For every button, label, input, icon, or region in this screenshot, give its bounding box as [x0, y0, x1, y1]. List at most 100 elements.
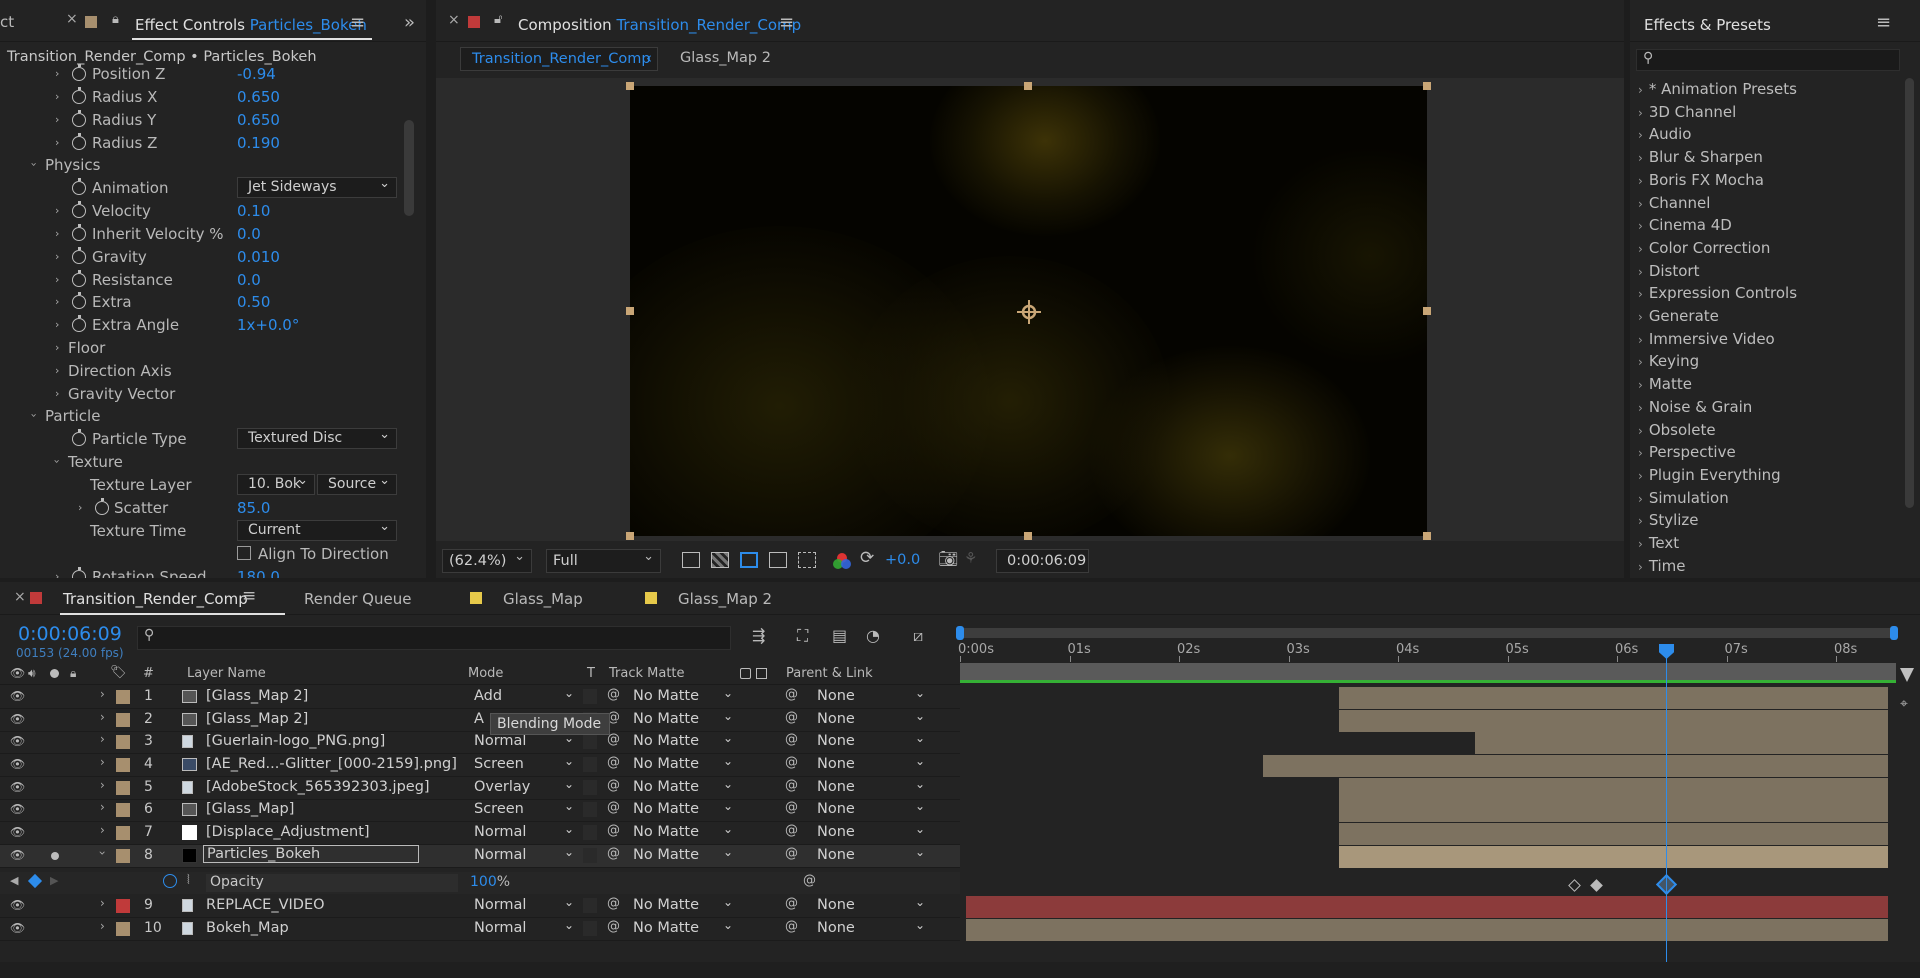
group-texture[interactable]: › Texture: [0, 450, 405, 473]
current-time-display[interactable]: 0:00:06:09: [18, 623, 122, 645]
layer-name[interactable]: Particles_Bokeh: [203, 845, 420, 863]
chevron-right-icon[interactable]: ›: [100, 778, 105, 792]
prop-value[interactable]: 0.0: [237, 225, 261, 243]
layer-label-color[interactable]: [116, 922, 130, 936]
timecode-field[interactable]: 0:00:06:09: [996, 549, 1089, 573]
preserve-transparency-toggle[interactable]: [583, 848, 597, 863]
parent-pickwhip-icon[interactable]: @: [785, 919, 798, 934]
guides-icon[interactable]: [798, 552, 816, 568]
preserve-transparency-toggle[interactable]: [583, 802, 597, 817]
transparency-grid-icon[interactable]: [711, 552, 729, 568]
stopwatch-icon[interactable]: [72, 291, 86, 309]
pickwhip-icon[interactable]: @: [607, 687, 620, 702]
layer-label-color[interactable]: [116, 758, 130, 772]
track-matte-dropdown[interactable]: No Matte ⌄: [633, 686, 733, 706]
layer-duration-bar[interactable]: [966, 919, 1888, 941]
prev-keyframe-icon[interactable]: ◀: [10, 874, 18, 887]
pickwhip-icon[interactable]: @: [607, 778, 620, 793]
layer-duration-bar[interactable]: [1339, 800, 1888, 822]
effects-category-item[interactable]: › Keying: [1638, 350, 1699, 372]
prop-value[interactable]: 0.190: [237, 134, 280, 152]
pickwhip-icon[interactable]: @: [607, 919, 620, 934]
prop-particle-type[interactable]: Particle Type Textured Disc: [0, 425, 405, 450]
pickwhip-icon[interactable]: @: [607, 800, 620, 815]
region-of-interest-icon[interactable]: [769, 552, 787, 568]
parent-dropdown[interactable]: None ⌄: [817, 686, 925, 706]
parent-pickwhip-icon[interactable]: @: [785, 732, 798, 747]
effects-category-item[interactable]: › Immersive Video: [1638, 328, 1775, 350]
blend-mode-dropdown[interactable]: Screen ⌄: [474, 799, 574, 819]
comp-nav-active[interactable]: Transition_Render_Comp ‹: [460, 47, 658, 71]
prop-value[interactable]: 0.50: [237, 293, 270, 311]
panel-menu-icon[interactable]: ≡: [350, 12, 365, 33]
effects-category-item[interactable]: › Color Correction: [1638, 237, 1770, 259]
parent-dropdown[interactable]: None ⌄: [817, 799, 925, 819]
prop-gravity[interactable]: › Gravity 0.010: [0, 245, 405, 268]
stopwatch-icon[interactable]: [72, 566, 86, 578]
next-keyframe-icon[interactable]: ▶: [50, 874, 58, 887]
parent-dropdown[interactable]: None ⌄: [817, 777, 925, 797]
close-icon[interactable]: ×: [14, 589, 26, 605]
layer-search-input[interactable]: ⚲: [137, 626, 731, 650]
stopwatch-icon[interactable]: [163, 874, 177, 888]
stopwatch-icon[interactable]: [72, 269, 86, 287]
parent-pickwhip-icon[interactable]: @: [785, 687, 798, 702]
scrollbar-thumb[interactable]: [1905, 78, 1914, 508]
layer-name[interactable]: [Displace_Adjustment]: [206, 824, 370, 840]
layer-row[interactable]: 👁︎ › 8 Particles_Bokeh Normal ⌄ @ No Matte ⌄ @ Non…: [0, 845, 960, 868]
prop-value[interactable]: -0.94: [237, 65, 276, 83]
graph-icon[interactable]: ⦚: [187, 873, 190, 888]
particle-type-dropdown[interactable]: Textured Disc: [237, 425, 397, 449]
layer-duration-bar[interactable]: [1339, 823, 1888, 845]
timeline-pin-icon[interactable]: ⌖: [1900, 696, 1908, 712]
draft-3d-icon[interactable]: ⛶: [797, 626, 808, 646]
layer-name[interactable]: [Glass_Map]: [206, 801, 294, 817]
texture-source-dropdown[interactable]: Source: [317, 471, 397, 495]
blend-mode-dropdown[interactable]: Normal ⌄: [474, 845, 574, 865]
eye-icon[interactable]: 👁︎: [10, 802, 25, 816]
layer-duration-bar[interactable]: [1339, 687, 1888, 709]
eye-icon[interactable]: 👁︎: [10, 689, 25, 703]
layer-duration-bar[interactable]: [1262, 755, 1888, 777]
layer-label-color[interactable]: [116, 713, 130, 727]
group-direction-axis[interactable]: › Direction Axis: [0, 359, 405, 382]
chevron-down-icon[interactable]: ›: [28, 413, 41, 417]
layer-row[interactable]: 👁︎ › 5 [AdobeStock_565392303.jpeg] Overlay ⌄ @…: [0, 777, 960, 800]
pickwhip-icon[interactable]: @: [607, 755, 620, 770]
prop-radius-x[interactable]: › Radius X 0.650: [0, 85, 405, 108]
lock-icon[interactable]: 🔒︎: [112, 12, 119, 27]
prop-texture-layer[interactable]: Texture Layer 10. BokSource: [0, 471, 405, 496]
stopwatch-icon[interactable]: [72, 109, 86, 127]
opacity-value[interactable]: 100: [470, 874, 497, 890]
blend-mode-dropdown[interactable]: Screen ⌄: [474, 754, 574, 774]
group-floor[interactable]: › Floor: [0, 336, 405, 359]
layer-name[interactable]: Bokeh_Map: [206, 920, 289, 936]
stopwatch-icon[interactable]: [72, 63, 86, 81]
parent-dropdown[interactable]: None ⌄: [817, 731, 925, 751]
header-layer-name[interactable]: Layer Name: [187, 666, 266, 681]
track-matte-dropdown[interactable]: No Matte ⌄: [633, 754, 733, 774]
layer-label-color[interactable]: [116, 826, 130, 840]
comp-flowchart-icon[interactable]: ⇶: [752, 626, 765, 645]
expand-panels-icon[interactable]: »: [404, 12, 415, 33]
prop-value[interactable]: 0.010: [237, 248, 280, 266]
lock-icon[interactable]: 🔓︎: [494, 12, 502, 27]
effects-category-item[interactable]: › Blur & Sharpen: [1638, 146, 1763, 168]
blend-mode-dropdown[interactable]: Add ⌄: [474, 686, 574, 706]
prop-scatter[interactable]: › Scatter 85.0: [0, 496, 405, 519]
transform-handle[interactable]: [1024, 532, 1032, 540]
align-checkbox[interactable]: [237, 546, 251, 560]
motion-blur-icon[interactable]: ◔: [866, 626, 880, 645]
effects-category-item[interactable]: › Obsolete: [1638, 419, 1716, 441]
layer-name[interactable]: REPLACE_VIDEO: [206, 897, 325, 913]
stopwatch-icon[interactable]: [72, 132, 86, 150]
prop-radius-y[interactable]: › Radius Y 0.650: [0, 108, 405, 131]
parent-pickwhip-icon[interactable]: @: [785, 778, 798, 793]
stopwatch-icon[interactable]: [72, 86, 86, 104]
layer-label-color[interactable]: [116, 803, 130, 817]
prop-value[interactable]: 0.650: [237, 88, 280, 106]
parent-dropdown[interactable]: None ⌄: [817, 845, 925, 865]
track-matte-dropdown[interactable]: No Matte ⌄: [633, 895, 733, 915]
prop-extra-angle[interactable]: › Extra Angle 1x+0.0°: [0, 313, 405, 336]
color-channels-icon[interactable]: [833, 552, 851, 570]
